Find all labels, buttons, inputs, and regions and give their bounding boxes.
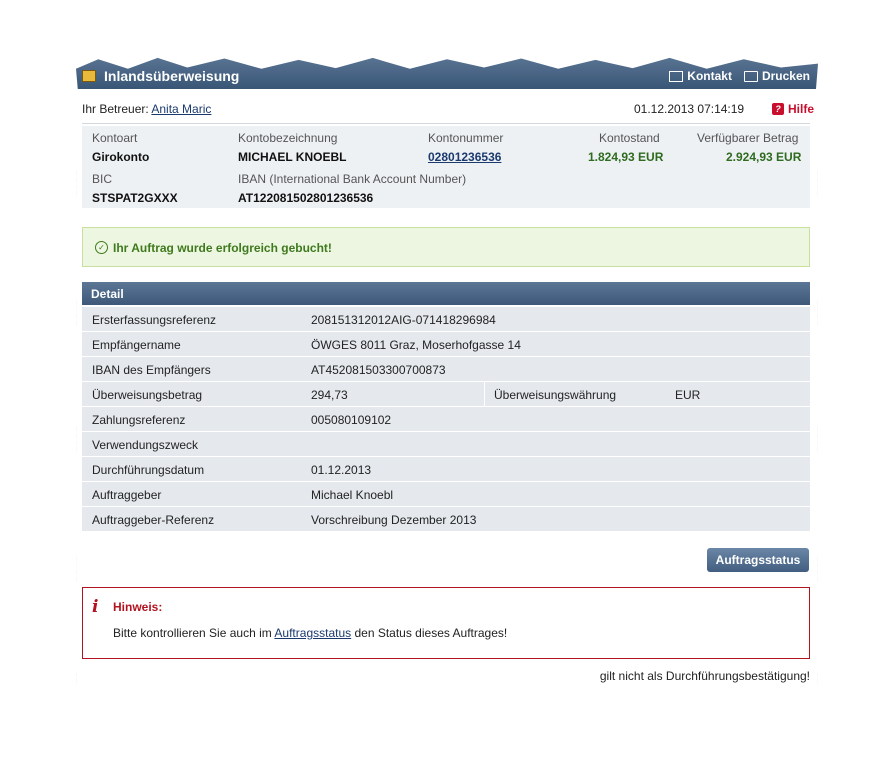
table-row: Auftraggeber-Referenz Vorschreibung Deze… bbox=[82, 507, 810, 531]
row-key: Verwendungszweck bbox=[92, 438, 199, 452]
row-key: Überweisungsbetrag bbox=[92, 388, 203, 402]
check-circle-icon: ✓ bbox=[95, 241, 108, 254]
table-row: Verwendungszweck bbox=[82, 432, 810, 456]
notice-text-after: den Status dieses Auftrages! bbox=[351, 626, 508, 640]
available-value: 2.924,93 EUR bbox=[726, 150, 802, 164]
row-value: Vorschreibung Dezember 2013 bbox=[311, 513, 477, 527]
row-key: Durchführungsdatum bbox=[92, 463, 205, 477]
advisor-link[interactable]: Anita Maric bbox=[151, 102, 211, 116]
balance-value: 1.824,93 EUR bbox=[588, 150, 664, 164]
row-value: 208151312012AIG-071418296984 bbox=[311, 313, 496, 327]
help-icon: ? bbox=[772, 103, 784, 115]
row-key: Ersterfassungsreferenz bbox=[92, 313, 217, 327]
document-sheet: Inlandsüberweisung Kontakt Drucken Ihr B… bbox=[76, 57, 818, 695]
row-value: 294,73 bbox=[311, 388, 348, 402]
order-status-link[interactable]: Auftragsstatus bbox=[274, 626, 351, 640]
bic-value: STSPAT2GXXX bbox=[92, 191, 178, 205]
notice-box: i Hinweis: Bitte kontrollieren Sie auch … bbox=[82, 587, 810, 659]
detail-title: Detail bbox=[91, 287, 124, 301]
divider bbox=[82, 123, 810, 124]
mail-icon bbox=[669, 70, 684, 82]
row-key: Auftraggeber bbox=[92, 488, 162, 502]
order-status-button[interactable]: Auftragsstatus bbox=[707, 548, 809, 572]
print-link[interactable]: Drucken bbox=[743, 69, 810, 83]
page-title: Inlandsüberweisung bbox=[104, 68, 240, 84]
row-value: Michael Knoebl bbox=[311, 488, 394, 502]
iban-value: AT122081502801236536 bbox=[238, 191, 374, 205]
footer-note: gilt nicht als Durchführungsbestätigung! bbox=[599, 669, 810, 683]
advisor-row: Ihr Betreuer: Anita Maric 01.12.2013 07:… bbox=[82, 102, 814, 122]
print-label: Drucken bbox=[761, 69, 810, 83]
account-type: Girokonto bbox=[92, 150, 150, 164]
account-name-label: Kontobezeichnung bbox=[238, 131, 338, 145]
available-label: Verfügbarer Betrag bbox=[697, 131, 799, 145]
notice-title: Hinweis: bbox=[113, 600, 163, 614]
table-row: Durchführungsdatum 01.12.2013 bbox=[82, 457, 810, 481]
table-row: Empfängername ÖWGES 8011 Graz, Moserhofg… bbox=[82, 332, 810, 356]
row-value: AT452081503300700873 bbox=[311, 363, 446, 377]
contact-link[interactable]: Kontakt bbox=[669, 69, 732, 83]
bic-label: BIC bbox=[92, 172, 113, 186]
printer-icon bbox=[743, 70, 758, 82]
account-number-link[interactable]: 02801236536 bbox=[428, 150, 501, 164]
row-key: Empfängername bbox=[92, 338, 181, 352]
datetime: 01.12.2013 07:14:19 bbox=[634, 102, 745, 116]
header-links: Kontakt Drucken bbox=[669, 69, 810, 83]
row-value: ÖWGES 8011 Graz, Moserhofgasse 14 bbox=[311, 338, 521, 352]
table-row: Zahlungsreferenz 005080109102 bbox=[82, 407, 810, 431]
iban-label: IBAN (International Bank Account Number) bbox=[238, 172, 467, 186]
row-value: 01.12.2013 bbox=[311, 463, 372, 477]
account-summary: Kontoart Kontobezeichnung Kontonummer Ko… bbox=[82, 126, 810, 208]
row-key-secondary: Überweisungswährung bbox=[494, 388, 617, 402]
info-icon: i bbox=[92, 597, 99, 617]
account-number-label: Kontonummer bbox=[428, 131, 504, 145]
row-key: Auftraggeber-Referenz bbox=[92, 513, 215, 527]
account-name: MICHAEL KNOEBL bbox=[238, 150, 347, 164]
table-row: IBAN des Empfängers AT452081503300700873 bbox=[82, 357, 810, 381]
balance-label: Kontostand bbox=[599, 131, 660, 145]
help-link[interactable]: ? Hilfe bbox=[772, 102, 814, 116]
title-bar: Inlandsüberweisung Kontakt Drucken bbox=[76, 57, 818, 89]
success-message-box: ✓ Ihr Auftrag wurde erfolgreich gebucht! bbox=[82, 227, 810, 267]
advisor-label: Ihr Betreuer: bbox=[82, 102, 149, 116]
contact-label: Kontakt bbox=[687, 69, 732, 83]
row-value-secondary: EUR bbox=[675, 388, 701, 402]
row-key: IBAN des Empfängers bbox=[92, 363, 211, 377]
table-row: Überweisungsbetrag 294,73 Überweisungswä… bbox=[82, 382, 810, 406]
help-label: Hilfe bbox=[788, 102, 815, 116]
row-key: Zahlungsreferenz bbox=[92, 413, 186, 427]
notice-text-before: Bitte kontrollieren Sie auch im bbox=[113, 626, 275, 640]
row-value: 005080109102 bbox=[311, 413, 392, 427]
detail-heading: Detail bbox=[82, 282, 810, 305]
notice-text: Bitte kontrollieren Sie auch im Auftrags… bbox=[113, 626, 507, 640]
transfer-icon bbox=[82, 70, 96, 82]
table-row: Ersterfassungsreferenz 208151312012AIG-0… bbox=[82, 307, 810, 331]
account-type-label: Kontoart bbox=[92, 131, 138, 145]
advisor-info: Ihr Betreuer: Anita Maric bbox=[82, 102, 211, 116]
success-message: Ihr Auftrag wurde erfolgreich gebucht! bbox=[113, 241, 332, 255]
cell-divider bbox=[484, 382, 485, 406]
detail-table: Ersterfassungsreferenz 208151312012AIG-0… bbox=[82, 307, 810, 532]
table-row: Auftraggeber Michael Knoebl bbox=[82, 482, 810, 506]
